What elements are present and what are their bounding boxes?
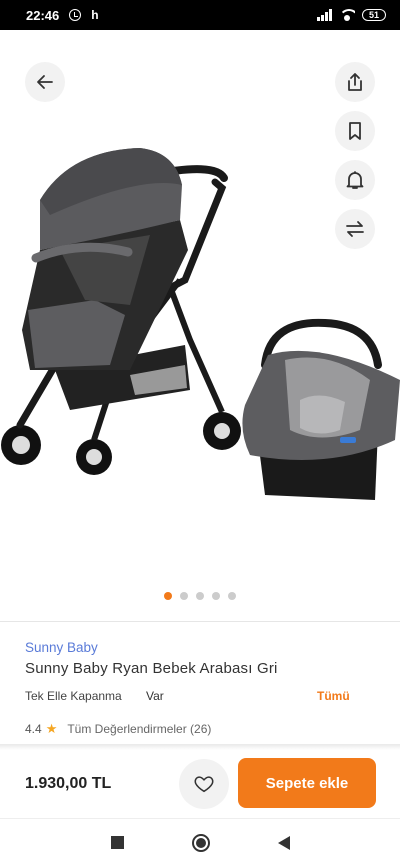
divider (0, 621, 400, 622)
system-nav-bar (0, 818, 400, 866)
price: 1.930,00 TL (25, 775, 112, 792)
add-to-cart-button[interactable]: Sepete ekle (238, 758, 376, 808)
bookmark-icon (349, 122, 361, 140)
battery-level: 51 (368, 10, 379, 20)
heart-icon (194, 776, 214, 793)
product-title: Sunny Baby Ryan Bebek Arabası Gri (25, 660, 278, 677)
alarm-icon (69, 9, 82, 21)
status-bar: 22:46 h 51 (0, 0, 400, 30)
back-button[interactable] (25, 62, 65, 102)
image-pager[interactable] (0, 592, 400, 600)
share-icon (348, 73, 362, 91)
wifi-icon (339, 9, 355, 21)
pager-dot[interactable] (196, 592, 204, 600)
brand-link[interactable]: Sunny Baby (25, 640, 98, 655)
back-nav-icon[interactable] (277, 835, 290, 850)
recents-icon[interactable] (110, 836, 124, 849)
star-icon: ★ (45, 721, 58, 736)
all-features-link[interactable]: Tümü (317, 689, 350, 703)
section-shadow (0, 744, 400, 750)
stroller-illustration (1, 148, 241, 475)
rating-score: 4.4 (25, 722, 42, 736)
battery-icon: 51 (362, 9, 386, 21)
car-seat-illustration (242, 318, 400, 500)
reviews-link[interactable]: Tüm Değerlendirmeler (26) (67, 722, 211, 736)
feature-value: Var (146, 689, 164, 703)
home-icon[interactable] (191, 833, 210, 852)
arrow-left-icon (37, 75, 53, 89)
status-time: 22:46 (26, 7, 60, 23)
rating-row[interactable]: 4.4 ★ Tüm Değerlendirmeler (26) (25, 721, 211, 737)
share-button[interactable] (335, 62, 375, 102)
pager-dot[interactable] (228, 592, 236, 600)
product-image[interactable] (0, 140, 400, 510)
signal-icon (317, 9, 332, 21)
favorite-button[interactable] (179, 759, 229, 809)
feature-label: Tek Elle Kapanma (25, 689, 122, 703)
network-type-indicator: h (91, 8, 99, 22)
pager-dot-active[interactable] (164, 592, 172, 600)
pager-dot[interactable] (212, 592, 220, 600)
pager-dot[interactable] (180, 592, 188, 600)
